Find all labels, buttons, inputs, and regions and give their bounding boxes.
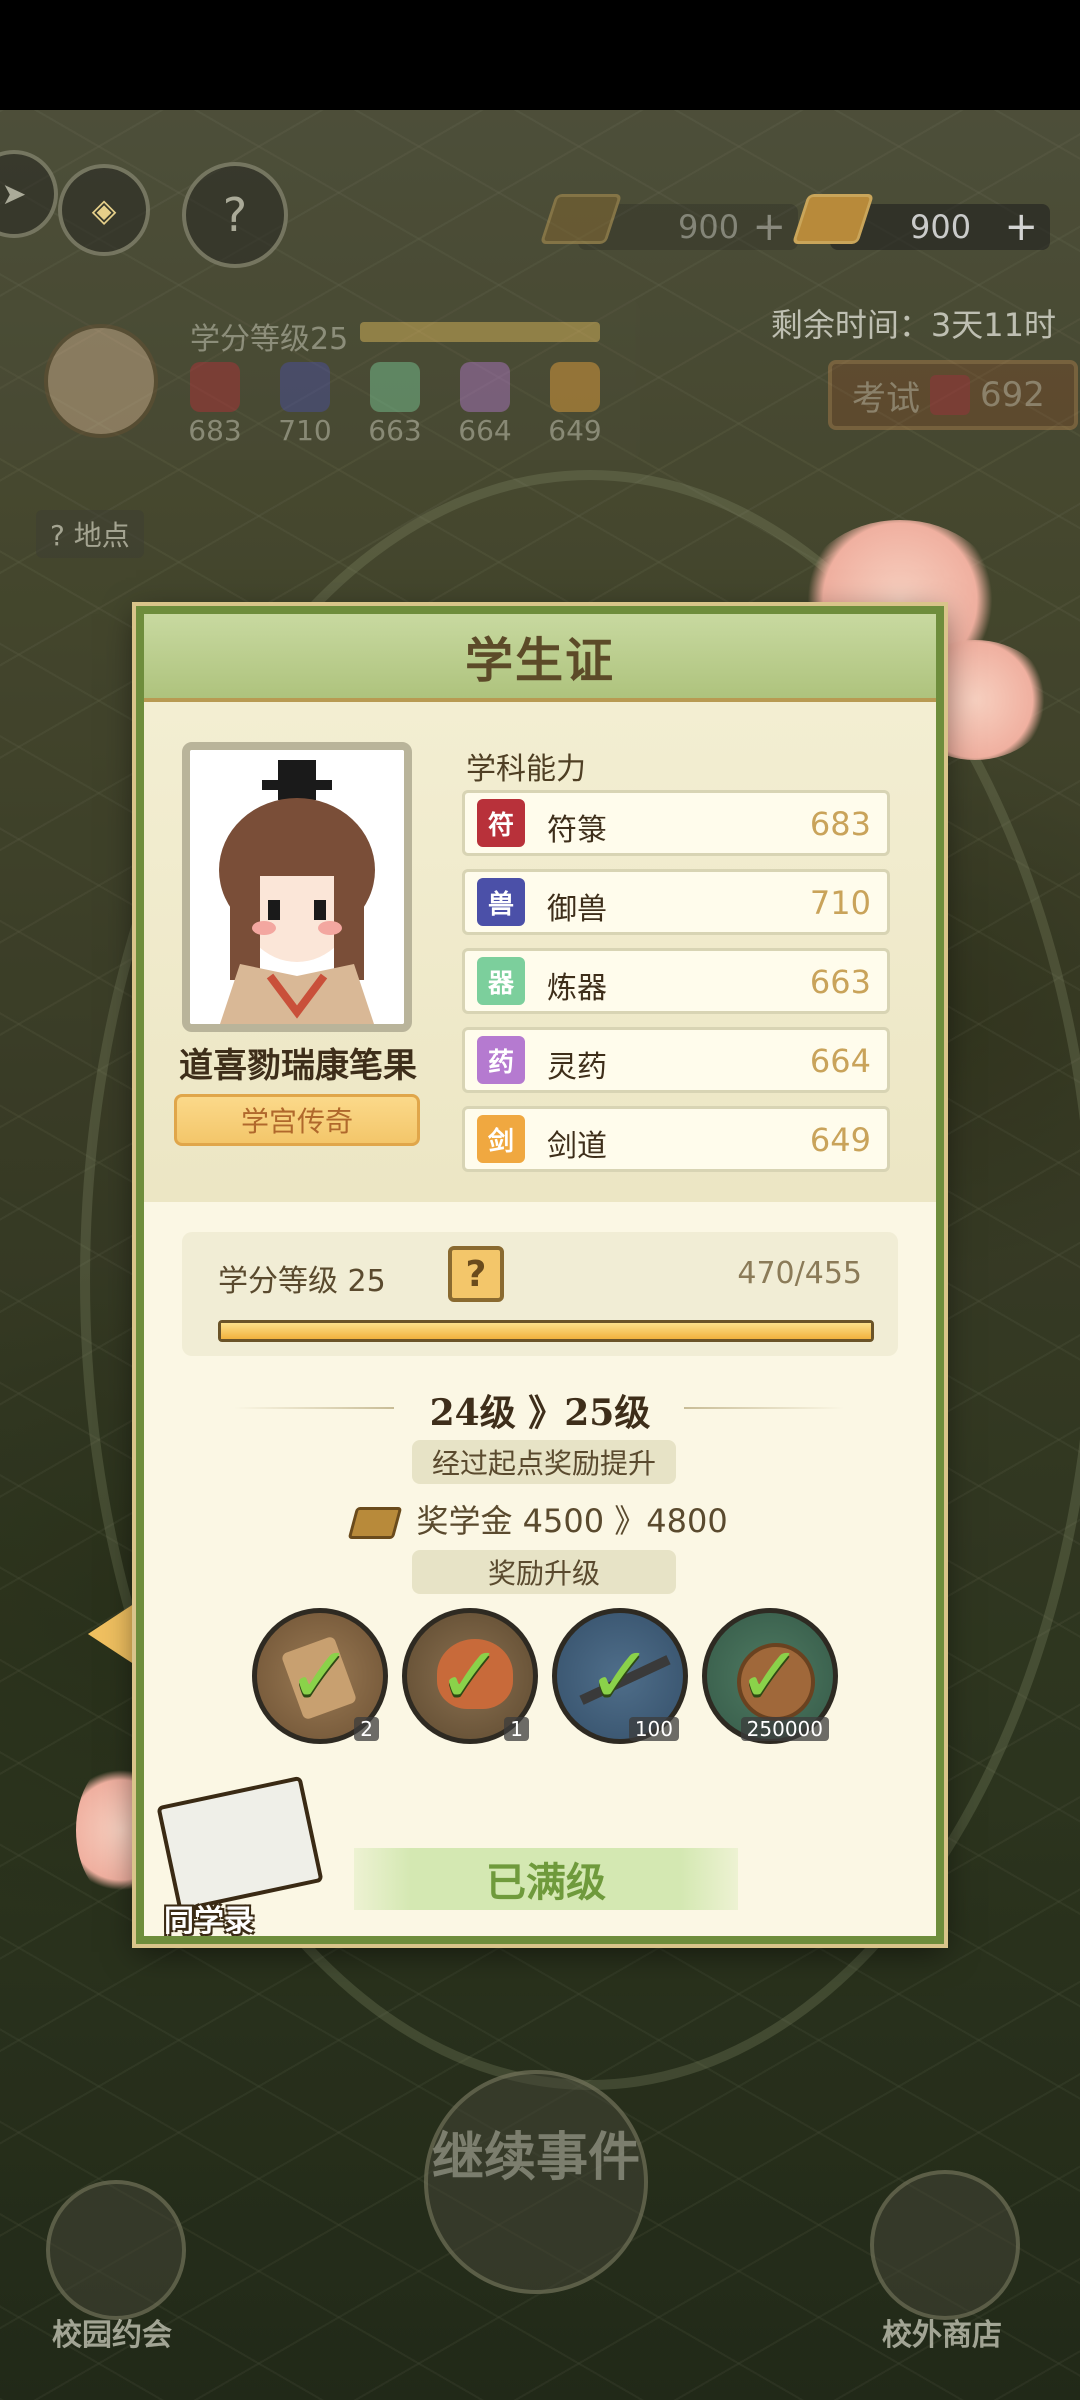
card-header: 学生证 [144, 614, 936, 702]
exam-label: 考试 [852, 378, 920, 419]
profile-stat-5: 649 [548, 414, 602, 447]
subject-value: 710 [809, 884, 871, 922]
exam-button[interactable]: 考试 692 [828, 360, 1078, 430]
location-tag[interactable]: ? 地点 [36, 510, 144, 558]
credit-level-panel: 学分等级 25 ? 470/455 [182, 1232, 898, 1356]
player-name: 道喜勠瑞康笔果 [179, 1046, 417, 1086]
currency-2-add-button[interactable]: + [1004, 204, 1038, 250]
credit-xp-fill [221, 1323, 871, 1339]
currency-box-2: 900 + [791, 194, 1050, 250]
profile-avatar[interactable] [44, 324, 158, 438]
remaining-time: 剩余时间：3天11时 [770, 306, 1056, 344]
reward-item-bag[interactable]: ✓ 1 [402, 1608, 538, 1744]
currency-2-value: 900 [910, 208, 972, 246]
reward-scroll-bundle[interactable]: ✓ 2 [252, 1608, 388, 1744]
currency-1-value: 900 [678, 208, 740, 246]
subject-name: 御兽 [547, 892, 607, 927]
profile-stat-4: 664 [458, 414, 512, 447]
scholarship-chest-icon [348, 1507, 403, 1539]
character-portrait-icon [190, 750, 404, 1024]
upgrade-reward-pill: 奖励升级 [412, 1550, 676, 1594]
classmates-button[interactable]: 同学录 [152, 1775, 324, 1939]
outside-shop-label: 校外商店 [882, 2318, 1002, 2353]
reward-count: 100 [628, 1717, 679, 1741]
subject-value: 683 [809, 805, 871, 843]
subjects-label: 学科能力 [466, 752, 586, 787]
credit-xp-bar [218, 1320, 874, 1342]
subject-name: 灵药 [547, 1050, 607, 1085]
sword-icon: 剑 [477, 1115, 525, 1163]
help-round-button[interactable]: ? [182, 162, 288, 268]
help-button[interactable]: ? [448, 1246, 504, 1302]
continue-event-label: 继续事件 [431, 2127, 640, 2188]
campus-date-label: 校园约会 [52, 2318, 172, 2353]
status-bar [0, 0, 1080, 110]
max-level-button[interactable]: 已满级 [354, 1848, 738, 1910]
navigate-button[interactable]: ◈ [58, 164, 150, 256]
reward-gourd-staff[interactable]: ✓ 100 [552, 1608, 688, 1744]
profile-stat-2: 710 [278, 414, 332, 447]
outside-shop-button[interactable] [870, 2170, 1020, 2320]
reward-copper-coin[interactable]: ✓ 250000 [702, 1608, 838, 1744]
subject-row-forge: 器 炼器 663 [462, 948, 890, 1014]
profile-stat-3: 663 [368, 414, 422, 447]
scholarship-text: 奖学金 4500 》4800 [416, 1502, 728, 1540]
credit-xp-text: 470/455 [737, 1256, 862, 1291]
student-card-modal: 学生证 道喜勠瑞康笔果 学宫传奇 学科能力 符 符箓 683 兽 御兽 710 … [136, 606, 944, 1944]
talisman-icon [190, 362, 240, 412]
subject-name: 剑道 [547, 1129, 607, 1164]
location-label: 地点 [73, 519, 130, 552]
subject-value: 664 [809, 1042, 871, 1080]
profile-xp-bar [360, 322, 600, 342]
currency-1-add-button[interactable]: + [752, 204, 786, 250]
profile-level-text: 学分等级25 [190, 322, 349, 357]
reward-count: 250000 [740, 1717, 829, 1741]
scholarship-line: 奖学金 4500 》4800 [144, 1496, 936, 1542]
profile-stat-1: 683 [188, 414, 242, 447]
subject-row-herb: 药 灵药 664 [462, 1027, 890, 1093]
subject-row-sword: 剑 剑道 649 [462, 1106, 890, 1172]
question-icon: ? [50, 519, 65, 552]
reward-count: 1 [504, 1717, 529, 1741]
level-change-text: 24级 》25级 [429, 1392, 651, 1434]
subject-row-beast: 兽 御兽 710 [462, 869, 890, 935]
talisman-icon [930, 375, 970, 415]
subject-name: 符箓 [547, 813, 607, 848]
classmates-label: 同学录 [164, 1904, 254, 1939]
subject-row-talisman: 符 符箓 683 [462, 790, 890, 856]
talisman-icon: 符 [477, 799, 525, 847]
beast-icon: 兽 [477, 878, 525, 926]
card-title: 学生证 [464, 633, 615, 689]
player-title-badge: 学宫传奇 [174, 1094, 420, 1146]
subject-name: 炼器 [547, 971, 607, 1006]
profile-summary-bar[interactable]: 学分等级25 683 710 663 664 649 [0, 300, 640, 460]
currency-box-1: 900 + [539, 194, 798, 250]
campus-date-button[interactable] [46, 2180, 186, 2320]
credit-level-label: 学分等级 25 [218, 1264, 386, 1299]
forge-icon [370, 362, 420, 412]
sword-icon [550, 362, 600, 412]
exam-value: 692 [980, 375, 1045, 415]
classmates-book-icon [156, 1775, 324, 1913]
reward-count: 2 [354, 1717, 379, 1741]
beast-icon [280, 362, 330, 412]
herb-icon [460, 362, 510, 412]
subject-value: 663 [809, 963, 871, 1001]
start-reward-pill: 经过起点奖励提升 [412, 1440, 676, 1484]
herb-icon: 药 [477, 1036, 525, 1084]
forge-icon: 器 [477, 957, 525, 1005]
subject-value: 649 [809, 1121, 871, 1159]
player-portrait [182, 742, 412, 1032]
